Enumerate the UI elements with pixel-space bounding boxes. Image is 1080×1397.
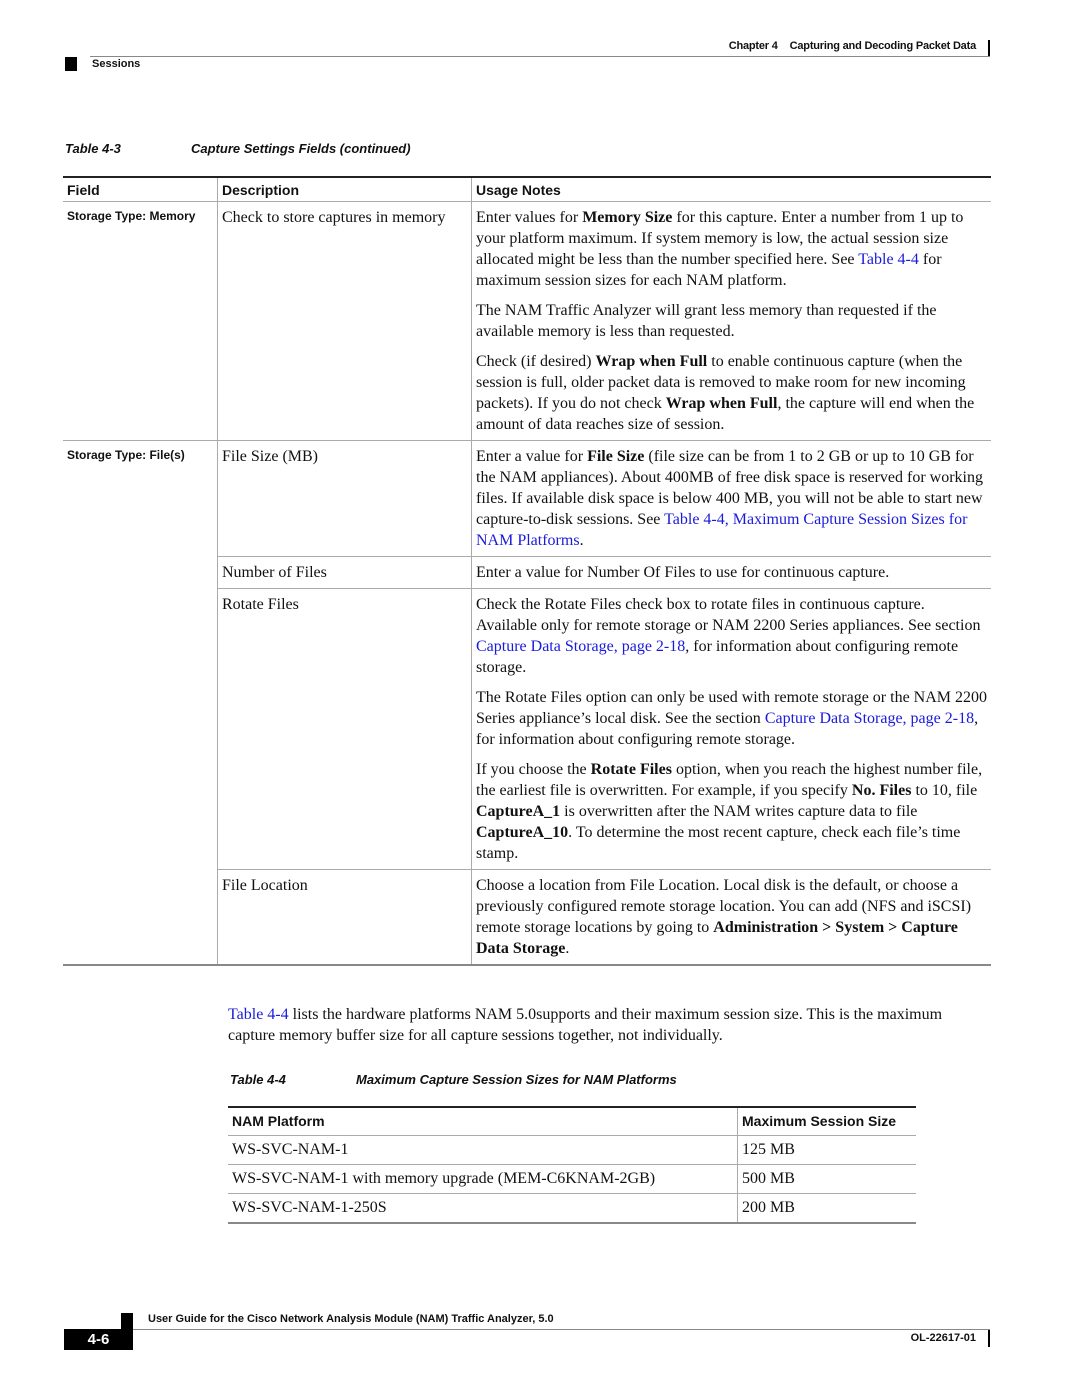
- note-text: Enter a value for Number Of Files to use…: [476, 564, 890, 581]
- note-text: If you choose the: [476, 761, 591, 778]
- column-header-platform: NAM Platform: [228, 1106, 738, 1136]
- usage-note-paragraph: Enter a value for File Size (file size c…: [476, 446, 987, 551]
- footer-title: User Guide for the Cisco Network Analysi…: [148, 1313, 554, 1325]
- footer-rule: [133, 1329, 990, 1330]
- usage-note-paragraph: Enter values for Memory Size for this ca…: [476, 207, 987, 291]
- cross-reference-link[interactable]: Capture Data Storage, page 2-18: [765, 710, 974, 727]
- doc-number: OL-22617-01: [910, 1332, 976, 1344]
- table-header-row: NAM Platform Maximum Session Size: [228, 1106, 916, 1136]
- cross-reference-link[interactable]: Capture Data Storage, page 2-18: [476, 638, 685, 655]
- usage-note-paragraph: The NAM Traffic Analyzer will grant less…: [476, 300, 987, 342]
- note-text: The NAM Traffic Analyzer will grant less…: [476, 302, 937, 340]
- table3-caption: Table 4-3 Capture Settings Fields (contin…: [65, 141, 411, 156]
- table-row: WS-SVC-NAM-1 125 MB: [228, 1135, 916, 1165]
- platform-cell: WS-SVC-NAM-1-250S: [228, 1193, 738, 1224]
- column-header-size: Maximum Session Size: [737, 1106, 916, 1136]
- description-cell: File Location: [217, 869, 472, 966]
- table-row: WS-SVC-NAM-1 with memory upgrade (MEM-C6…: [228, 1164, 916, 1194]
- field-cell: [63, 557, 218, 589]
- table4-caption: Table 4-4 Maximum Capture Session Sizes f…: [230, 1072, 677, 1087]
- ui-term: Memory Size: [582, 209, 673, 226]
- section-name: Sessions: [92, 58, 141, 70]
- table3-caption-title: Capture Settings Fields (continued): [191, 141, 411, 156]
- usage-notes-cell: Enter values for Memory Size for this ca…: [471, 201, 991, 441]
- usage-note-paragraph: The Rotate Files option can only be used…: [476, 687, 987, 750]
- chapter-title: Capturing and Decoding Packet Data: [789, 40, 977, 52]
- usage-note-paragraph: If you choose the Rotate Files option, w…: [476, 759, 987, 864]
- note-text: .: [565, 940, 570, 957]
- column-header-usage-notes: Usage Notes: [471, 176, 991, 202]
- field-cell: Storage Type: Memory: [63, 201, 218, 441]
- running-header: Chapter 4 Capturing and Decoding Packet D…: [729, 40, 976, 52]
- usage-notes-cell: Enter a value for File Size (file size c…: [471, 440, 991, 557]
- table-header-row: Field Description Usage Notes: [63, 176, 991, 202]
- ui-term: CaptureA_1: [476, 803, 561, 820]
- ui-term: CaptureA_10: [476, 824, 569, 841]
- table4-caption-number: Table 4-4: [230, 1072, 286, 1087]
- description-cell: Check to store captures in memory: [217, 201, 472, 441]
- intro-text: lists the hardware platforms NAM 5.0supp…: [228, 1006, 943, 1044]
- note-text: Enter a value for: [476, 448, 588, 465]
- page-number: 4-6: [64, 1329, 133, 1350]
- section-marker-icon: [65, 57, 77, 71]
- note-text: .: [579, 532, 584, 549]
- footer-bar: [988, 1330, 990, 1347]
- header-rule: [90, 56, 990, 57]
- ui-term: Wrap when Full: [665, 395, 778, 412]
- ui-term: File Size: [587, 448, 645, 465]
- platform-cell: WS-SVC-NAM-1 with memory upgrade (MEM-C6…: [228, 1164, 738, 1194]
- usage-note-paragraph: Check (if desired) Wrap when Full to ena…: [476, 351, 987, 435]
- table-4-4-link[interactable]: Table 4-4: [228, 1006, 289, 1023]
- field-cell: [63, 589, 218, 870]
- description-cell: Number of Files: [217, 556, 472, 589]
- ui-term: No. Files: [851, 782, 912, 799]
- size-cell: 125 MB: [737, 1135, 916, 1165]
- note-text: Check the Rotate Files check box to rota…: [476, 596, 981, 634]
- table-row: Rotate Files Check the Rotate Files check…: [63, 588, 991, 870]
- usage-notes-cell: Enter a value for Number Of Files to use…: [471, 556, 991, 589]
- table4-caption-title: Maximum Capture Session Sizes for NAM Pl…: [356, 1072, 677, 1087]
- capture-settings-table: Field Description Usage Notes Storage Ty…: [63, 176, 991, 966]
- table3-caption-number: Table 4-3: [65, 141, 121, 156]
- session-sizes-table: NAM Platform Maximum Session Size WS-SVC…: [228, 1106, 916, 1224]
- field-cell: [63, 869, 218, 966]
- description-cell: Rotate Files: [217, 588, 472, 870]
- footer-marker-icon: [121, 1313, 133, 1329]
- note-text: Enter values for: [476, 209, 583, 226]
- usage-notes-cell: Check the Rotate Files check box to rota…: [471, 588, 991, 870]
- table-row: Storage Type: File(s) File Size (MB) Enter…: [63, 440, 991, 557]
- usage-note-paragraph: Enter a value for Number Of Files to use…: [476, 562, 987, 583]
- table-row: Number of Files Enter a value for Number …: [63, 556, 991, 589]
- usage-notes-cell: Choose a location from File Location. Lo…: [471, 869, 991, 966]
- column-header-description: Description: [217, 176, 472, 202]
- intro-paragraph: Table 4-4 lists the hardware platforms N…: [228, 1004, 988, 1046]
- table-row: WS-SVC-NAM-1-250S 200 MB: [228, 1193, 916, 1224]
- chapter-label: Chapter 4: [728, 40, 778, 52]
- note-text: is overwritten after the NAM writes capt…: [560, 803, 918, 820]
- ui-term: Wrap when Full: [595, 353, 708, 370]
- platform-cell: WS-SVC-NAM-1: [228, 1135, 738, 1165]
- size-cell: 500 MB: [737, 1164, 916, 1194]
- field-cell: Storage Type: File(s): [67, 448, 185, 462]
- note-text: to 10, file: [911, 782, 978, 799]
- size-cell: 200 MB: [737, 1193, 916, 1224]
- ui-term: Rotate Files: [590, 761, 672, 778]
- usage-note-paragraph: Check the Rotate Files check box to rota…: [476, 594, 987, 678]
- usage-note-paragraph: Choose a location from File Location. Lo…: [476, 875, 987, 959]
- table-row: File Location Choose a location from File…: [63, 869, 991, 966]
- cross-reference-link[interactable]: Table 4-4: [858, 251, 919, 268]
- column-header-field: Field: [63, 176, 218, 202]
- description-cell: File Size (MB): [217, 440, 472, 557]
- note-text: Check (if desired): [476, 353, 596, 370]
- header-bar: [988, 40, 990, 57]
- table-row: Storage Type: Memory Check to store captu…: [63, 201, 991, 441]
